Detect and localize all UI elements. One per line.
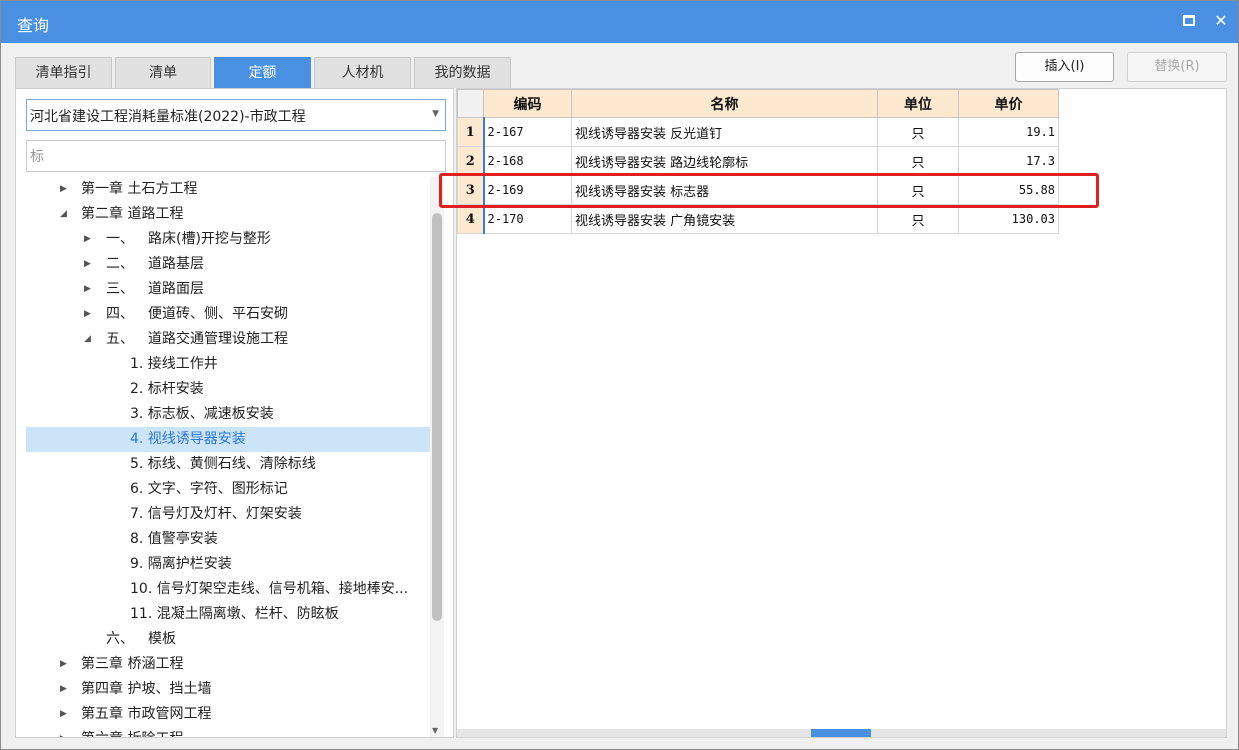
standard-select[interactable]: 河北省建设工程消耗量标准(2022)-市政工程 ▼ <box>26 99 446 131</box>
cell-name[interactable]: 视线诱导器安装 广角镜安装 <box>571 204 878 234</box>
tree-item-section-2[interactable]: ▶ 二、 道路基层 <box>26 252 430 277</box>
tree-item-5-6[interactable]: 6. 文字、字符、图形标记 <box>26 477 430 502</box>
row-number: 2 <box>457 146 484 176</box>
maximize-icon[interactable] <box>1178 10 1200 32</box>
col-header-code[interactable]: 编码 <box>483 89 572 118</box>
expand-arrow-icon[interactable]: ▶ <box>60 677 72 702</box>
tree-item-chapter-1[interactable]: ▶ 第一章 土石方工程 <box>26 177 430 202</box>
collapse-arrow-icon[interactable]: ◢ <box>60 202 72 227</box>
cell-code[interactable]: 2-167 <box>482 117 572 147</box>
query-dialog: 查询 ✕ 清单指引 清单 定额 人材机 我的数据 插入(I) 替换(R) 河北省… <box>0 0 1239 750</box>
collapse-arrow-icon[interactable]: ◢ <box>84 327 96 352</box>
tree-item-section-3[interactable]: ▶ 三、 道路面层 <box>26 277 430 302</box>
tab-labor-material[interactable]: 人材机 <box>314 57 411 88</box>
expand-arrow-icon[interactable]: ▶ <box>60 727 72 737</box>
table-row[interactable]: 3 2-169 视线诱导器安装 标志器 只 55.88 <box>457 175 1059 205</box>
tree-item-section-6[interactable]: 六、 模板 <box>26 627 430 652</box>
tree-item-section-4[interactable]: ▶ 四、 便道砖、侧、平石安砌 <box>26 302 430 327</box>
tab-my-data[interactable]: 我的数据 <box>414 57 511 88</box>
tree-item-5-1[interactable]: 1. 接线工作井 <box>26 352 430 377</box>
tree-item-section-1[interactable]: ▶ 一、 路床(槽)开挖与整形 <box>26 227 430 252</box>
expand-arrow-icon[interactable]: ▶ <box>84 227 96 252</box>
horizontal-scrollbar[interactable] <box>457 729 1226 737</box>
tree-item-5-4-selected[interactable]: 4. 视线诱导器安装 <box>26 427 430 452</box>
left-panel: 河北省建设工程消耗量标准(2022)-市政工程 ▼ ▶ 第一章 土石方工程 ◢ … <box>15 88 454 738</box>
cell-unit[interactable]: 只 <box>877 146 959 176</box>
expand-arrow-icon[interactable]: ▶ <box>84 277 96 302</box>
cell-price[interactable]: 17.3 <box>958 146 1059 176</box>
row-number: 1 <box>457 117 484 147</box>
tab-bill[interactable]: 清单 <box>115 57 211 88</box>
tree-item-5-10[interactable]: 10. 信号灯架空走线、信号机箱、接地棒安... <box>26 577 430 602</box>
tree-item-chapter-2[interactable]: ◢ 第二章 道路工程 <box>26 202 430 227</box>
col-header-price[interactable]: 单价 <box>958 89 1059 118</box>
expand-arrow-icon[interactable]: ▶ <box>84 252 96 277</box>
cell-unit[interactable]: 只 <box>877 117 959 147</box>
tree-item-section-5[interactable]: ◢ 五、 道路交通管理设施工程 <box>26 327 430 352</box>
tree-item-5-7[interactable]: 7. 信号灯及灯杆、灯架安装 <box>26 502 430 527</box>
expand-arrow-icon[interactable]: ▶ <box>84 302 96 327</box>
tree-item-5-8[interactable]: 8. 值警亭安装 <box>26 527 430 552</box>
window-title: 查询 <box>17 16 50 35</box>
tab-quota[interactable]: 定额 <box>214 57 311 88</box>
tree-item-chapter-4[interactable]: ▶ 第四章 护坡、挡土墙 <box>26 677 430 702</box>
cell-code[interactable]: 2-170 <box>482 204 572 234</box>
cell-price[interactable]: 19.1 <box>958 117 1059 147</box>
tree-scrollbar[interactable]: ▼ <box>430 177 444 737</box>
tree-item-5-3[interactable]: 3. 标志板、减速板安装 <box>26 402 430 427</box>
cell-name[interactable]: 视线诱导器安装 标志器 <box>571 175 878 205</box>
cell-code[interactable]: 2-168 <box>482 146 572 176</box>
cell-code[interactable]: 2-169 <box>482 175 572 205</box>
standard-select-value: 河北省建设工程消耗量标准(2022)-市政工程 <box>30 109 306 125</box>
table-header: 编码 名称 单位 单价 <box>457 89 1059 118</box>
quota-table: 编码 名称 单位 单价 1 2-167 视线诱导器安装 反光道钉 只 19.1 … <box>457 89 1059 234</box>
cell-unit[interactable]: 只 <box>877 204 959 234</box>
col-header-unit[interactable]: 单位 <box>877 89 959 118</box>
tree-item-5-5[interactable]: 5. 标线、黄侧石线、清除标线 <box>26 452 430 477</box>
cell-price[interactable]: 55.88 <box>958 175 1059 205</box>
table-row[interactable]: 4 2-170 视线诱导器安装 广角镜安装 只 130.03 <box>457 204 1059 234</box>
replace-button[interactable]: 替换(R) <box>1127 52 1227 82</box>
table-row[interactable]: 1 2-167 视线诱导器安装 反光道钉 只 19.1 <box>457 117 1059 147</box>
scroll-down-icon[interactable]: ▼ <box>432 726 438 735</box>
title-bar[interactable]: 查询 ✕ <box>1 1 1238 43</box>
row-number: 4 <box>457 204 484 234</box>
tree-item-5-11[interactable]: 11. 混凝土隔离墩、栏杆、防眩板 <box>26 602 430 627</box>
row-number: 3 <box>457 175 484 205</box>
close-icon[interactable]: ✕ <box>1210 10 1232 32</box>
search-input[interactable] <box>26 140 446 172</box>
cell-price[interactable]: 130.03 <box>958 204 1059 234</box>
cell-name[interactable]: 视线诱导器安装 反光道钉 <box>571 117 878 147</box>
tree-item-5-2[interactable]: 2. 标杆安装 <box>26 377 430 402</box>
cell-unit[interactable]: 只 <box>877 175 959 205</box>
tree-item-chapter-5[interactable]: ▶ 第五章 市政管网工程 <box>26 702 430 727</box>
expand-arrow-icon[interactable]: ▶ <box>60 177 72 202</box>
scrollbar-thumb[interactable] <box>432 213 442 621</box>
tree-item-5-9[interactable]: 9. 隔离护栏安装 <box>26 552 430 577</box>
expand-arrow-icon[interactable]: ▶ <box>60 652 72 677</box>
right-panel: 编码 名称 单位 单价 1 2-167 视线诱导器安装 反光道钉 只 19.1 … <box>456 88 1227 738</box>
tree-item-chapter-6[interactable]: ▶ 第六章 拆除工程 <box>26 727 430 737</box>
table-row[interactable]: 2 2-168 视线诱导器安装 路边线轮廓标 只 17.3 <box>457 146 1059 176</box>
expand-arrow-icon[interactable]: ▶ <box>60 702 72 727</box>
corner-cell <box>457 89 484 118</box>
insert-button[interactable]: 插入(I) <box>1015 52 1114 82</box>
cell-name[interactable]: 视线诱导器安装 路边线轮廓标 <box>571 146 878 176</box>
col-header-name[interactable]: 名称 <box>571 89 878 118</box>
scroll-grip[interactable] <box>811 729 871 737</box>
chapter-tree: ▶ 第一章 土石方工程 ◢ 第二章 道路工程 ▶ 一、 路床(槽)开挖与整形 ▶ … <box>26 177 430 737</box>
tree-item-chapter-3[interactable]: ▶ 第三章 桥涵工程 <box>26 652 430 677</box>
tab-bill-guide[interactable]: 清单指引 <box>15 57 112 88</box>
chevron-down-icon[interactable]: ▼ <box>432 109 439 119</box>
